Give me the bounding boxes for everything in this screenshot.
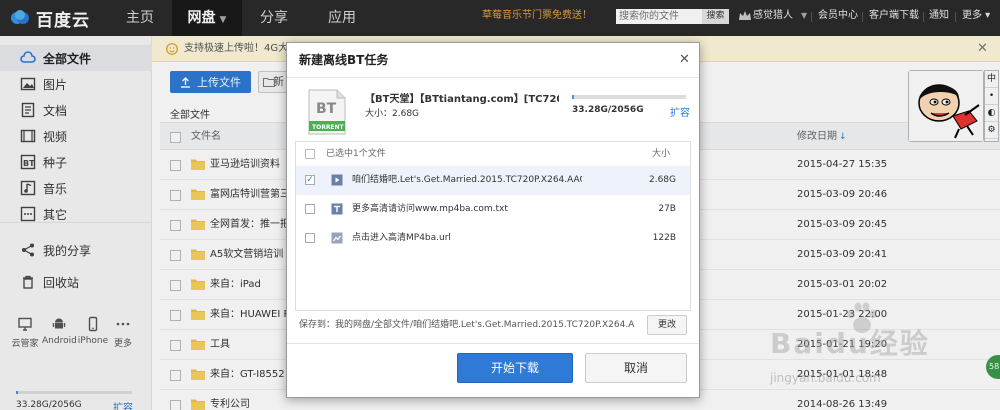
torrent-file-size: 122B — [652, 233, 676, 243]
cancel-button[interactable]: 取消 — [585, 353, 687, 383]
save-to-label: 保存到： — [299, 320, 336, 330]
file-checkbox[interactable] — [305, 233, 315, 243]
url-file-icon — [331, 232, 343, 244]
file-list-header: 已选中1个文件 大小 — [296, 142, 690, 166]
close-icon[interactable]: ✕ — [679, 43, 690, 77]
bt-icon-label: TORRENT — [312, 124, 345, 131]
torrent-file-list: 已选中1个文件 大小 ✓ 咱们结婚吧.Let's.Get.Married.2015… — [295, 141, 691, 311]
torrent-file-name: 点击进入高清MP4ba.url — [352, 233, 451, 243]
file-checkbox[interactable] — [305, 204, 315, 214]
video-file-icon — [331, 174, 343, 186]
list-item[interactable]: 更多高清请访问www.mp4ba.com.txt 27B — [296, 195, 690, 224]
task-name: 【BT天堂】【BTtiantang.com】[TC720p]... — [365, 94, 559, 105]
app-root: 百度云 主页 网盘▼ 分享 应用 草莓音乐节门票免费送！ 搜索 感觉猎人 ▼ 会… — [0, 0, 1000, 410]
change-path-button[interactable]: 更改 — [647, 315, 687, 335]
torrent-file-size: 2.68G — [648, 175, 676, 185]
storage-quota-text: 33.28G/2056G — [572, 105, 644, 115]
torrent-file-name: 更多高清请访问www.mp4ba.com.txt — [352, 204, 508, 214]
task-size: 大小：2.68G — [365, 109, 420, 119]
expand-storage-link[interactable]: 扩容 — [670, 104, 690, 119]
bt-icon-text: BT — [316, 101, 337, 117]
text-file-icon — [331, 203, 343, 215]
selected-count-text: 已选中1个文件 — [326, 149, 386, 159]
file-checkbox[interactable]: ✓ — [305, 175, 315, 185]
select-all-checkbox[interactable] — [305, 149, 315, 159]
divider — [287, 343, 699, 344]
torrent-file-icon: BT TORRENT — [308, 89, 346, 135]
storage-quota-fill — [572, 95, 574, 99]
save-path-text: 我的网盘/全部文件/咱们结婚吧.Let's.Get.Married.2015.T… — [335, 320, 635, 330]
column-header-size: 大小 — [652, 149, 671, 159]
torrent-file-name: 咱们结婚吧.Let's.Get.Married.2015.TC720P.X264… — [352, 175, 582, 185]
list-item[interactable]: 点击进入高清MP4ba.url 122B — [296, 224, 690, 253]
bt-task-dialog: 新建离线BT任务 ✕ BT TORRENT 【BT天堂】【BTtiantang.… — [286, 42, 700, 398]
start-download-button[interactable]: 开始下载 — [457, 353, 573, 383]
divider — [287, 77, 699, 78]
storage-quota-bar — [572, 95, 686, 99]
torrent-file-size: 27B — [658, 204, 676, 214]
list-item[interactable]: ✓ 咱们结婚吧.Let's.Get.Married.2015.TC720P.X26… — [296, 166, 690, 195]
dialog-title: 新建离线BT任务 — [299, 53, 389, 67]
